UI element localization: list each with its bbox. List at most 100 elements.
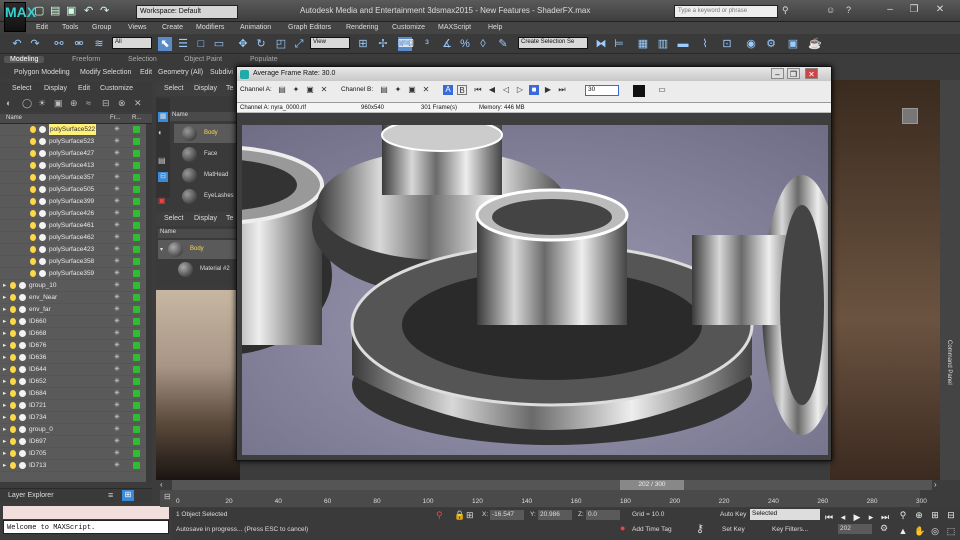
renderable-icon[interactable] [133,438,140,445]
filter-geometry-icon[interactable]: ◐ [6,98,11,108]
material-editor-icon[interactable]: ◉ [744,37,758,51]
list-item[interactable]: ▸ ID734 ✳ [0,412,146,424]
close-button[interactable]: ✕ [930,3,950,18]
expand-icon[interactable]: ▸ [3,328,6,339]
list-item[interactable]: polySurface522 ✳ [0,124,146,136]
list-item[interactable]: ▸ ID668 ✳ [0,328,146,340]
mat2-menu-select[interactable]: Select [164,215,183,222]
visibility-bulb-icon[interactable] [10,306,16,313]
minimize-button[interactable]: – [880,3,900,18]
mat-delete-icon[interactable]: ▣ [158,196,166,205]
menu-views[interactable]: Views [128,22,147,34]
select-by-name-icon[interactable]: ☰ [176,37,190,51]
visibility-bulb-icon[interactable] [30,234,36,241]
visibility-bulb-icon[interactable] [10,414,16,421]
ribbon-edit[interactable]: Edit [140,69,152,76]
mat-item-eyelashes[interactable]: EyeLashes [174,187,238,206]
filter-shapes-icon[interactable]: ◯ [22,98,32,109]
explorer-menu-select[interactable]: Select [12,85,31,92]
command-panel[interactable]: Command Panel [940,80,960,480]
list-item[interactable]: ▸ ID676 ✳ [0,340,146,352]
list-item[interactable]: ▸ ID684 ✳ [0,388,146,400]
edit-named-sets-icon[interactable]: ✎ [496,37,510,51]
render-production-icon[interactable]: ☕ [808,37,822,51]
freeze-icon[interactable]: ✳ [114,196,120,207]
visibility-bulb-icon[interactable] [10,462,16,469]
y-coordinate-input[interactable]: 20.986 [538,510,572,520]
wand-b-icon[interactable]: ✦ [393,85,403,95]
list-item[interactable]: ▸ group_0 ✳ [0,424,146,436]
visibility-bulb-icon[interactable] [30,150,36,157]
binoculars-icon[interactable]: ⚲ [782,5,789,16]
renderable-icon[interactable] [133,414,140,421]
menu-rendering[interactable]: Rendering [346,22,378,34]
save-icon[interactable]: ▣ [66,4,76,17]
mat2-menu-te[interactable]: Te [226,215,233,222]
freeze-icon[interactable]: ✳ [114,208,120,219]
visibility-bulb-icon[interactable] [30,126,36,133]
absolute-mode-icon[interactable]: ⊞ [466,510,474,521]
ribbon-modify-selection[interactable]: Modify Selection [80,69,131,76]
time-prev-icon[interactable]: ‹ [160,480,163,489]
freeze-icon[interactable]: ✳ [114,376,120,387]
ribbon-geometry[interactable]: Geometry (All) [158,69,203,76]
freeze-icon[interactable]: ✳ [114,352,120,363]
search-input[interactable]: Type a keyword or phrase [674,5,778,18]
menu-animation[interactable]: Animation [240,22,271,34]
renderable-icon[interactable] [133,234,140,241]
visibility-bulb-icon[interactable] [10,342,16,349]
isolate-icon[interactable]: ⚲ [436,510,443,521]
renderable-icon[interactable] [133,354,140,361]
filter-bones-icon[interactable]: ✕ [134,98,142,109]
prev-key-icon[interactable]: ◂ [838,512,848,522]
frame-rate-input[interactable]: 30 [585,85,619,96]
render-setup-icon[interactable]: ⚙ [764,37,778,51]
menu-maxscript[interactable]: MAXScript [438,22,471,34]
list-item[interactable]: polySurface461 ✳ [0,220,146,232]
play-reverse-icon[interactable]: ◁ [501,85,511,95]
rf-minimize-button[interactable]: – [771,68,784,79]
expand-icon[interactable]: ▸ [3,412,6,423]
set-key-button[interactable]: Set Key [722,526,745,533]
menu-edit[interactable]: Edit [36,22,48,34]
maximize-viewport-icon[interactable]: ⬚ [946,526,956,536]
freeze-icon[interactable]: ✳ [114,136,120,147]
list-item[interactable]: polySurface357 ✳ [0,172,146,184]
filter-cameras-icon[interactable]: ▣ [54,98,63,109]
maxscript-mini-listener[interactable]: Welcome to MAXScript. [3,520,169,534]
sort-icon[interactable]: ⊞ [122,490,134,501]
list-item[interactable]: ▸ ID713 ✳ [0,460,146,472]
clear-icon[interactable]: ✕ [319,85,329,95]
visibility-bulb-icon[interactable] [10,366,16,373]
mat-menu-display[interactable]: Display [194,85,217,92]
visibility-bulb-icon[interactable] [30,174,36,181]
ribbon-subdivision[interactable]: Subdivi [210,69,233,76]
renderable-icon[interactable] [133,426,140,433]
col-name[interactable]: Name [6,115,22,121]
lock-icon[interactable]: 🔒 [454,510,465,521]
redo-icon[interactable]: ↷ [100,4,109,17]
render-frame-icon[interactable]: ▣ [786,37,800,51]
undo-icon[interactable]: ↶ [84,4,93,17]
rf-close-button[interactable]: ✕ [805,68,818,79]
renderable-icon[interactable] [133,306,140,313]
filter-spacewarps-icon[interactable]: ≈ [86,98,91,108]
expand-icon[interactable]: ▸ [3,280,6,291]
freeze-icon[interactable]: ✳ [114,364,120,375]
select-object-icon[interactable]: ⬉ [158,37,172,51]
named-selection-dropdown[interactable]: Create Selection Se [518,37,588,49]
first-frame-icon[interactable]: ⏮ [473,85,483,95]
renderable-icon[interactable] [133,138,140,145]
mirror-icon[interactable]: ⧓ [594,37,608,51]
list-item[interactable]: ▸ ID644 ✳ [0,364,146,376]
rotate-icon[interactable]: ↻ [254,37,268,51]
ribbon-tab-object-paint[interactable]: Object Paint [184,56,222,63]
renderable-icon[interactable] [133,402,140,409]
channel-b-button[interactable]: B [457,85,467,95]
keyboard-shortcut-icon[interactable]: ⌨ [398,37,414,51]
mini-curve-icon[interactable]: ⊟ [164,492,171,501]
col-render[interactable]: R... [132,115,141,121]
expand-icon[interactable]: ▸ [3,376,6,387]
renderable-icon[interactable] [133,198,140,205]
expand-icon[interactable]: ▸ [3,304,6,315]
